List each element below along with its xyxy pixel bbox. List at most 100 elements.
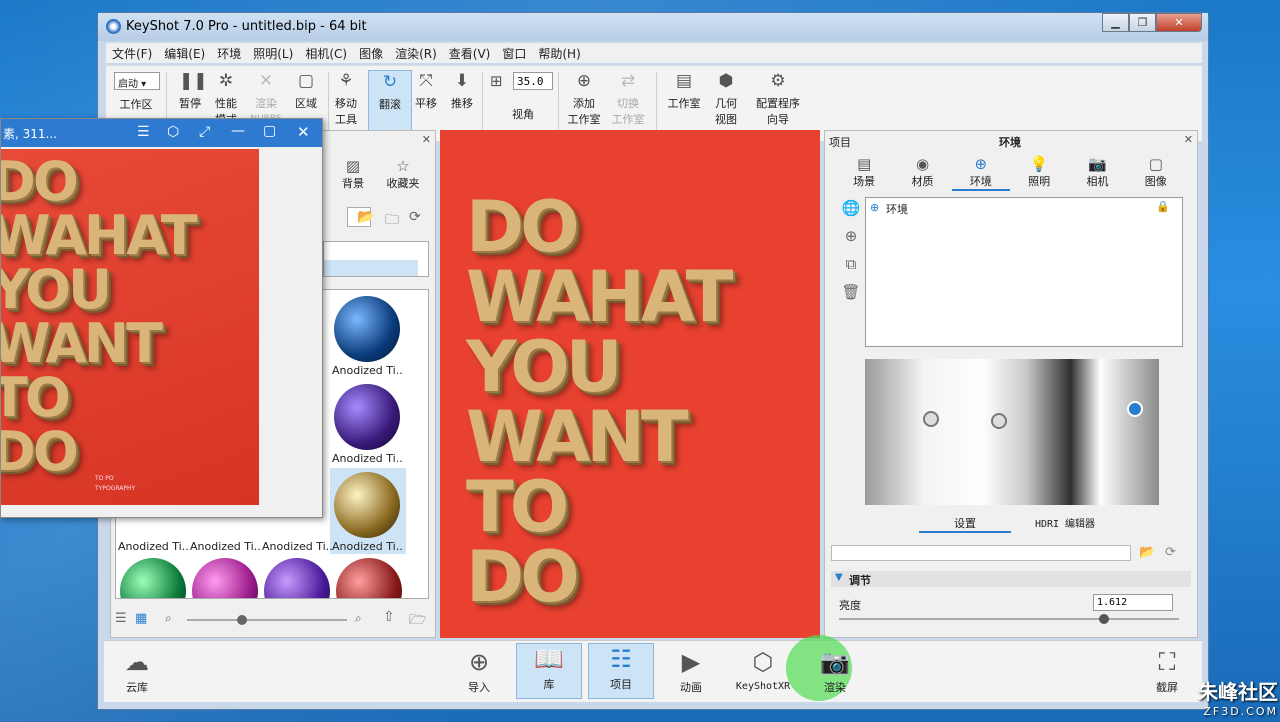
brightness-input[interactable] <box>1093 594 1173 611</box>
folder-open-icon[interactable]: 📂 <box>1139 545 1155 560</box>
perf-label-1: 性能 <box>215 97 237 110</box>
workspace-button[interactable]: 工作区 <box>114 96 158 112</box>
folder-icon[interactable]: 🗀 <box>385 209 399 233</box>
menu-help[interactable]: 帮助(H) <box>532 43 586 63</box>
render-button[interactable]: 📷 渲染 <box>786 635 868 701</box>
move-tool-button[interactable]: ⚘ 移动 工具 <box>324 70 368 127</box>
region-button[interactable]: ▢ 区域 <box>284 70 328 111</box>
title-bar[interactable]: KeyShot 7.0 Pro - untitled.bip - 64 bit … <box>98 13 1208 41</box>
tab-lighting[interactable]: 💡 照明 <box>1010 155 1068 191</box>
brightness-slider-thumb[interactable] <box>1099 614 1109 624</box>
switch-studio-button[interactable]: ⇄ 切换 工作室 <box>606 70 650 127</box>
menu-icon[interactable]: ☰ <box>137 124 150 140</box>
hdri-path-input[interactable] <box>831 545 1131 561</box>
material-thumb[interactable] <box>334 384 400 450</box>
lock-icon[interactable]: 🔒 <box>1156 200 1170 213</box>
zoom-out-icon[interactable]: ⌕ <box>165 611 172 626</box>
fullscreen-icon[interactable]: ⤢ <box>199 124 210 140</box>
render-nurbs-button[interactable]: ✕渲染NURBS <box>244 70 288 124</box>
material-thumb[interactable] <box>264 558 330 598</box>
folder-add-icon[interactable]: 🗁 <box>409 609 426 633</box>
tab-environment[interactable]: ⊕ 环境 <box>951 155 1010 191</box>
background-icon: ▨ <box>345 157 361 175</box>
close-icon[interactable]: ✕ <box>297 123 310 141</box>
duplicate-environment-icon[interactable]: ⊕ <box>841 227 861 247</box>
reset-icon[interactable]: ⟳ <box>1165 545 1176 560</box>
environment-item[interactable]: 环境 <box>886 201 908 217</box>
tab-camera-label: 相机 <box>1086 175 1109 188</box>
zoom-in-icon[interactable]: ⌕ <box>355 611 362 626</box>
minimize-button[interactable]: ▁ <box>1102 13 1129 32</box>
material-thumb[interactable] <box>334 472 400 538</box>
subtab-settings[interactable]: 设置 <box>919 515 1011 533</box>
panel-close-icon[interactable]: ✕ <box>1184 133 1193 146</box>
workspace-label: 工作区 <box>119 98 153 111</box>
shirt-icon[interactable]: ⬡ <box>167 124 179 140</box>
active-light-pin[interactable] <box>1127 401 1143 417</box>
list-view-icon[interactable]: ☰ <box>115 611 127 626</box>
thumbnail-size-slider[interactable] <box>187 615 347 625</box>
geometry-view-button[interactable]: ⬢ 几何 视图 <box>704 70 748 127</box>
cloud-icon: ☁ <box>125 648 149 676</box>
tab-material[interactable]: ◉ 材质 <box>893 155 951 191</box>
menu-view[interactable]: 查看(V) <box>443 43 497 63</box>
environment-list[interactable]: ⊕ 环境 🔒 <box>865 197 1183 347</box>
menu-file[interactable]: 文件(F) <box>106 43 158 63</box>
material-thumb[interactable] <box>120 558 186 598</box>
switch-studio-icon: ⇄ <box>620 71 636 91</box>
refresh-icon[interactable]: ⟳ <box>409 209 421 225</box>
folder-open-icon[interactable]: 📂 <box>357 209 374 225</box>
adjust-section-header[interactable]: ▼ 调节 <box>831 571 1191 587</box>
panel-close-icon[interactable]: ✕ <box>422 133 431 146</box>
workspace-select[interactable]: 启动 ▾ <box>114 72 160 90</box>
subtab-hdri-editor[interactable]: HDRI 编辑器 <box>1015 515 1115 530</box>
copy-environment-icon[interactable]: ⧉ <box>841 255 861 275</box>
studio-label: 工作室 <box>667 97 701 110</box>
menu-render[interactable]: 渲染(R) <box>389 43 443 63</box>
cloud-library-button[interactable]: ☁ 云库 <box>104 647 170 695</box>
animation-button[interactable]: ▶ 动画 <box>658 647 724 695</box>
tab-favorites[interactable]: ☆ 收藏夹 <box>381 157 425 191</box>
menu-window[interactable]: 窗口 <box>496 43 532 63</box>
material-thumb[interactable] <box>192 558 258 598</box>
region-icon: ▢ <box>297 71 315 91</box>
view-angle-input[interactable] <box>513 72 553 90</box>
menu-environment[interactable]: 环境 <box>211 43 247 63</box>
preview-window: 素, 311... ☰ ⬡ ⤢ — ▢ ✕ DO WAHAT YOU WANT … <box>0 118 323 518</box>
minimize-icon[interactable]: — <box>231 123 245 139</box>
render-viewport[interactable]: DO WAHAT YOU WANT TO DO <box>440 130 820 638</box>
tab-scene[interactable]: ▤ 场景 <box>835 155 893 191</box>
menu-image[interactable]: 图像 <box>353 43 389 63</box>
hdri-preview[interactable] <box>865 359 1159 505</box>
material-thumb[interactable] <box>336 558 402 598</box>
tab-camera[interactable]: 📷 相机 <box>1068 155 1126 191</box>
menu-camera[interactable]: 相机(C) <box>299 43 353 63</box>
configurator-wizard-button[interactable]: ⚙ 配置程序 向导 <box>750 70 806 127</box>
library-button[interactable]: 📖 库 <box>516 643 582 699</box>
light-pin[interactable] <box>923 411 939 427</box>
tab-backgrounds[interactable]: ▨ 背景 <box>333 157 373 191</box>
close-button[interactable]: ✕ <box>1156 13 1202 32</box>
folder-tree[interactable] <box>323 241 429 277</box>
material-thumb[interactable] <box>334 296 400 362</box>
brightness-slider[interactable] <box>839 614 1179 624</box>
preview-title-bar[interactable]: 素, 311... ☰ ⬡ ⤢ — ▢ ✕ <box>1 119 322 147</box>
delete-icon[interactable]: 🗑 <box>841 283 861 303</box>
add-studio-label-2: 工作室 <box>567 113 601 126</box>
add-environment-icon[interactable]: 🌐 <box>841 199 861 219</box>
cloud-upload-icon[interactable]: ⇧ <box>383 609 395 625</box>
add-studio-button[interactable]: ⊕ 添加 工作室 <box>562 70 606 127</box>
menu-lighting[interactable]: 照明(L) <box>247 43 299 63</box>
menu-edit[interactable]: 编辑(E) <box>158 43 211 63</box>
preview-line: DO <box>1 420 79 483</box>
grid-view-icon[interactable]: ▦ <box>135 611 147 626</box>
light-pin[interactable] <box>991 413 1007 429</box>
dolly-button[interactable]: ⬇ 推移 <box>440 70 484 111</box>
studio-button[interactable]: ▤ 工作室 <box>662 70 706 111</box>
import-button[interactable]: ⊕ 导入 <box>446 647 512 695</box>
project-button[interactable]: ☷ 项目 <box>588 643 654 699</box>
maximize-icon[interactable]: ▢ <box>263 123 276 139</box>
keyshotxr-label: KeyShotXR <box>735 681 791 692</box>
maximize-button[interactable]: ❐ <box>1129 13 1156 32</box>
tab-image[interactable]: ▢ 图像 <box>1127 155 1185 191</box>
